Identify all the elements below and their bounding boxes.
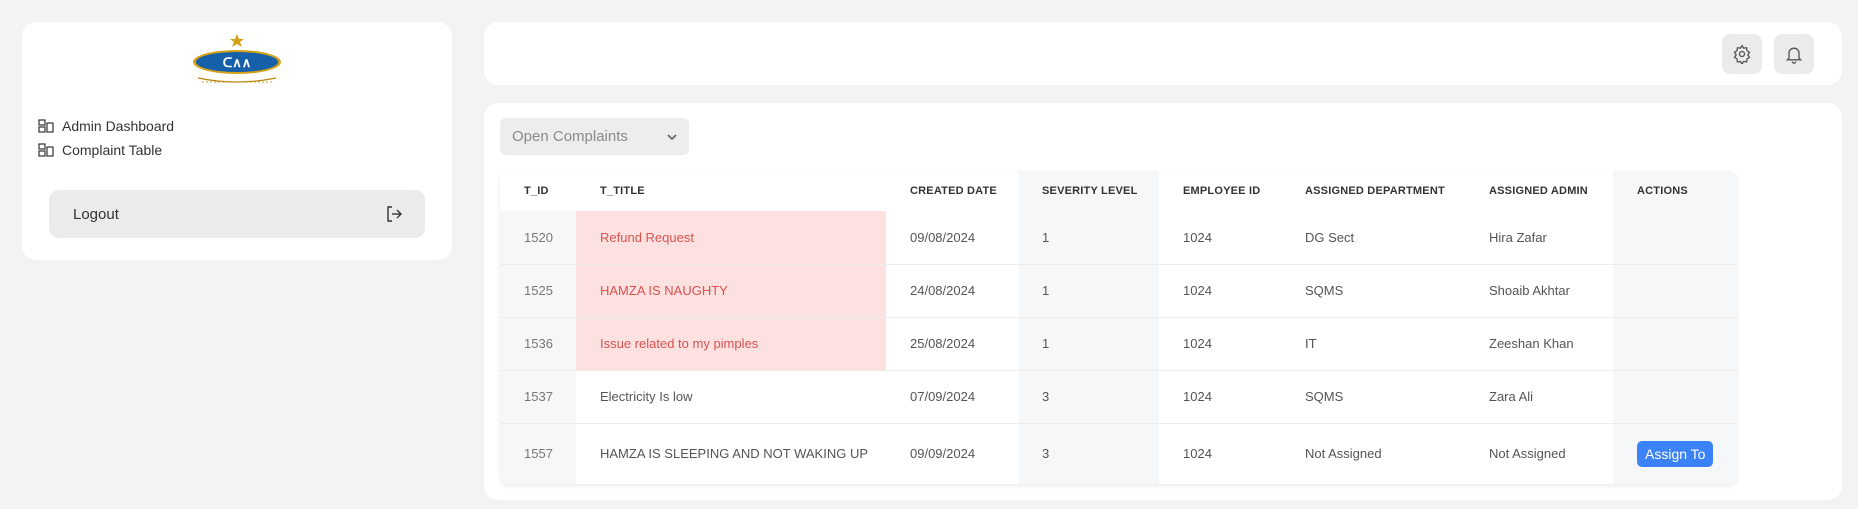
cell-title: Electricity Is low — [576, 370, 886, 424]
gear-icon — [1733, 44, 1751, 64]
settings-button[interactable] — [1722, 34, 1762, 74]
header-severity-level: SEVERITY LEVEL — [1018, 171, 1159, 211]
cell-actions — [1613, 211, 1737, 265]
sidebar-item-label: Complaint Table — [62, 142, 163, 158]
complaints-table: T_ID T_TITLE CREATED DATE SEVERITY LEVEL… — [500, 171, 1737, 484]
header-assigned-admin: ASSIGNED ADMIN — [1465, 171, 1613, 211]
header-t-title: T_TITLE — [576, 171, 886, 211]
dashboard-icon — [38, 119, 54, 133]
table-header-row: T_ID T_TITLE CREATED DATE SEVERITY LEVEL… — [500, 171, 1737, 211]
cell-admin: Shoaib Akhtar — [1465, 264, 1613, 318]
cell-actions: Assign To — [1613, 423, 1737, 484]
cell-department: SQMS — [1281, 264, 1465, 318]
cell-severity: 1 — [1018, 264, 1159, 318]
cell-employee: 1024 — [1159, 211, 1281, 265]
header-assigned-department: ASSIGNED DEPARTMENT — [1281, 171, 1465, 211]
sidebar-nav: Admin Dashboard Complaint Table — [38, 114, 174, 162]
table-row[interactable]: 1536 Issue related to my pimples 25/08/2… — [500, 317, 1737, 371]
cell-severity: 1 — [1018, 317, 1159, 371]
logout-label: Logout — [73, 205, 119, 223]
cell-id: 1557 — [500, 423, 576, 484]
cell-title: Refund Request — [576, 211, 886, 265]
chevron-down-icon — [667, 133, 677, 140]
cell-department: IT — [1281, 317, 1465, 371]
cell-admin: Zara Ali — [1465, 370, 1613, 424]
cell-date: 07/09/2024 — [886, 370, 1018, 424]
sidebar-item-label: Admin Dashboard — [62, 118, 175, 134]
cell-severity: 3 — [1018, 370, 1159, 424]
notifications-button[interactable] — [1774, 34, 1814, 74]
header-created-date: CREATED DATE — [886, 171, 1018, 211]
cell-title: HAMZA IS SLEEPING AND NOT WAKING UP — [576, 423, 886, 484]
table-row[interactable]: 1537 Electricity Is low 07/09/2024 3 102… — [500, 370, 1737, 424]
cell-title: Issue related to my pimples — [576, 317, 886, 371]
table-row[interactable]: 1525 HAMZA IS NAUGHTY 24/08/2024 1 1024 … — [500, 264, 1737, 318]
header-employee-id: EMPLOYEE ID — [1159, 171, 1281, 211]
cell-employee: 1024 — [1159, 370, 1281, 424]
complaint-filter-select[interactable]: Open Complaints — [500, 118, 689, 155]
caa-logo: ᑕ∧∧ — [190, 34, 284, 88]
svg-text:ᑕ∧∧: ᑕ∧∧ — [223, 55, 252, 70]
sidebar: ᑕ∧∧ Admin Dashboard Complaint Table Logo… — [22, 22, 452, 260]
table-icon — [38, 143, 54, 157]
select-value: Open Complaints — [512, 128, 628, 145]
cell-actions — [1613, 370, 1737, 424]
table-row[interactable]: 1520 Refund Request 09/08/2024 1 1024 DG… — [500, 211, 1737, 265]
header-actions: ACTIONS — [1613, 171, 1737, 211]
cell-admin: Zeeshan Khan — [1465, 317, 1613, 371]
sidebar-item-complaint-table[interactable]: Complaint Table — [38, 138, 174, 162]
cell-admin: Not Assigned — [1465, 423, 1613, 484]
cell-admin: Hira Zafar — [1465, 211, 1613, 265]
cell-actions — [1613, 264, 1737, 318]
top-bar — [484, 22, 1842, 85]
main-panel: Open Complaints T_ID T_TITLE CREATED DAT… — [484, 103, 1842, 500]
table-row[interactable]: 1557 HAMZA IS SLEEPING AND NOT WAKING UP… — [500, 423, 1737, 484]
cell-id: 1537 — [500, 370, 576, 424]
cell-severity: 1 — [1018, 211, 1159, 265]
cell-department: DG Sect — [1281, 211, 1465, 265]
cell-date: 25/08/2024 — [886, 317, 1018, 371]
cell-date: 09/08/2024 — [886, 211, 1018, 265]
cell-date: 09/09/2024 — [886, 423, 1018, 484]
bell-icon — [1785, 47, 1803, 64]
cell-actions — [1613, 317, 1737, 371]
logout-icon — [387, 206, 402, 222]
assign-to-button[interactable]: Assign To — [1637, 440, 1714, 467]
cell-id: 1520 — [500, 211, 576, 265]
cell-employee: 1024 — [1159, 264, 1281, 318]
cell-employee: 1024 — [1159, 423, 1281, 484]
logout-button[interactable]: Logout — [49, 190, 425, 238]
cell-date: 24/08/2024 — [886, 264, 1018, 318]
cell-id: 1536 — [500, 317, 576, 371]
cell-title: HAMZA IS NAUGHTY — [576, 264, 886, 318]
cell-id: 1525 — [500, 264, 576, 318]
cell-employee: 1024 — [1159, 317, 1281, 371]
cell-department: SQMS — [1281, 370, 1465, 424]
cell-severity: 3 — [1018, 423, 1159, 484]
header-t-id: T_ID — [500, 171, 576, 211]
cell-department: Not Assigned — [1281, 423, 1465, 484]
sidebar-item-admin-dashboard[interactable]: Admin Dashboard — [38, 114, 174, 138]
